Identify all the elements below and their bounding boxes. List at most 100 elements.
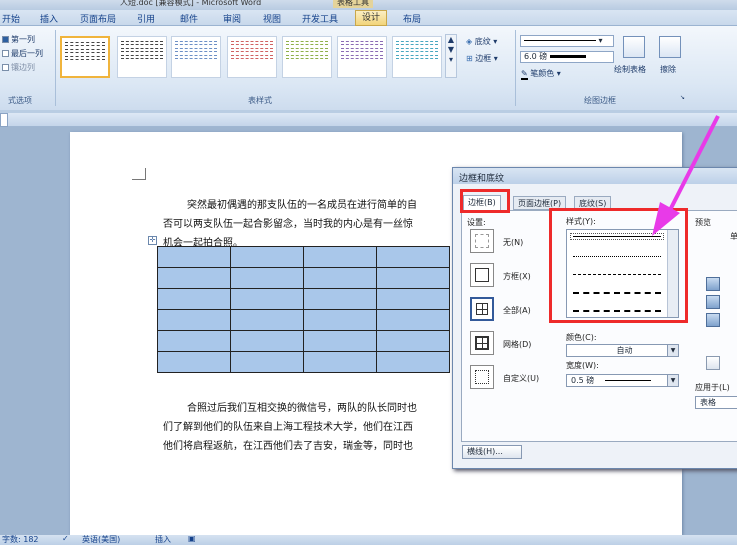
table-row — [157, 330, 450, 352]
insert-mode-indicator[interactable]: 插入 — [155, 534, 171, 545]
paragraph-1-line-2[interactable]: 否可以两支队伍一起合影留念，当时我的内心是有一丝惊 — [163, 215, 413, 230]
option-last-column[interactable]: 最后一列 — [2, 48, 43, 59]
tab-mailings[interactable]: 邮件 — [180, 12, 198, 25]
document-table[interactable] — [157, 246, 450, 373]
paint-bucket-icon: ◈ — [466, 37, 473, 46]
option-first-column[interactable]: 第一列 — [2, 34, 35, 45]
pen-color-label: 笔颜色 — [530, 69, 555, 78]
tab-selector[interactable] — [0, 113, 8, 127]
color-select[interactable]: 自动 ▼ — [566, 344, 679, 357]
group-divider — [515, 30, 516, 106]
setting-custom-label[interactable]: 自定义(U) — [503, 373, 539, 384]
draw-table-icon — [623, 36, 645, 58]
width-label: 宽度(W): — [566, 361, 599, 370]
paragraph-1-line-1[interactable]: 突然最初偶遇的那支队伍的一名成员在进行简单的自 — [187, 196, 417, 211]
arrow-head — [652, 202, 680, 236]
window-title: 人短.doc [兼容模式] - Microsoft Word — [120, 0, 262, 7]
highlight-borders-tab — [460, 189, 510, 213]
horizontal-ruler[interactable] — [0, 113, 737, 127]
inside-horizontal-border-button[interactable] — [706, 295, 720, 309]
table-row — [157, 351, 450, 373]
pen-weight-value: 6.0 磅 — [524, 52, 548, 61]
word-count[interactable]: 字数: 182 — [2, 534, 39, 545]
settings-label: 设置: — [467, 218, 486, 227]
tab-insert[interactable]: 插入 — [40, 12, 58, 25]
diagonal-border-button[interactable] — [706, 356, 720, 370]
tab-page-layout[interactable]: 页面布局 — [80, 12, 116, 25]
group-label-style-options: 式选项 — [8, 96, 32, 105]
proofing-icon[interactable]: ✓ — [62, 534, 69, 543]
tab-design[interactable]: 设计 — [355, 10, 388, 26]
setting-none-icon[interactable] — [470, 229, 494, 253]
group-label-draw-borders: 绘图边框 — [584, 96, 616, 105]
macro-record-icon[interactable]: ▣ — [188, 534, 196, 543]
ribbon: 第一列 最后一列 镶边列 式选项 ▲ ▼ ▾ 表样式 ◈ 底纹 ▾ ⊞ 边框 ▾ ▾… — [0, 26, 737, 110]
table-row — [157, 267, 450, 289]
borders-label: 边框 — [475, 54, 492, 63]
group-label-table-styles: 表样式 — [248, 96, 272, 105]
top-border-button[interactable] — [706, 277, 720, 291]
table-style-3[interactable] — [171, 36, 221, 78]
language-indicator[interactable]: 英语(美国) — [82, 534, 120, 545]
pen-style-select[interactable]: ▾ — [520, 35, 614, 47]
table-style-4[interactable] — [227, 36, 277, 78]
paragraph-2-line-2[interactable]: 们了解到他们的队伍来自上海工程技术大学，他们在江西 — [163, 418, 413, 433]
pen-color-button[interactable]: ✎ 笔颜色 ▾ — [521, 68, 561, 80]
group-divider — [55, 30, 56, 106]
setting-all-label[interactable]: 全部(A) — [503, 305, 531, 316]
border-icon: ⊞ — [466, 54, 473, 63]
setting-grid-label[interactable]: 网格(D) — [503, 339, 531, 350]
shading-label: 底纹 — [474, 37, 491, 46]
status-bar: 字数: 182 ✓ 英语(美国) 插入 ▣ — [0, 534, 737, 545]
pen-color-icon: ✎ — [521, 69, 528, 80]
table-styles-more-button[interactable]: ▲ ▼ ▾ — [445, 34, 457, 78]
table-style-5[interactable] — [282, 36, 332, 78]
option-label: 最后一列 — [11, 49, 43, 58]
tab-review[interactable]: 审阅 — [223, 12, 241, 25]
tab-view[interactable]: 视图 — [263, 12, 281, 25]
chevron-down-icon: ▲ ▼ ▾ — [447, 35, 455, 64]
arrow-shaft — [666, 115, 720, 215]
table-row — [157, 309, 450, 331]
tab-layout[interactable]: 布局 — [403, 12, 421, 25]
dialog-launcher-icon[interactable]: ↘ — [680, 94, 685, 101]
table-style-2[interactable] — [117, 36, 167, 78]
setting-box-label[interactable]: 方框(X) — [503, 271, 531, 282]
setting-box-icon[interactable] — [470, 263, 494, 287]
checkbox-icon — [2, 36, 9, 43]
tab-references[interactable]: 引用 — [137, 12, 155, 25]
table-style-7[interactable] — [392, 36, 442, 78]
tab-home[interactable]: 开始 — [2, 12, 20, 25]
table-style-1[interactable] — [60, 36, 110, 78]
apply-to-select[interactable]: 表格 — [695, 396, 737, 409]
setting-none-label[interactable]: 无(N) — [503, 237, 523, 248]
setting-all-icon[interactable] — [470, 297, 494, 321]
horizontal-line-button[interactable]: 横线(H)... — [462, 445, 522, 459]
shading-button[interactable]: ◈ 底纹 ▾ — [466, 36, 497, 47]
checkbox-icon — [2, 64, 9, 71]
width-select[interactable]: 0.5 磅 ▼ — [566, 374, 679, 387]
option-banded-columns[interactable]: 镶边列 — [2, 62, 35, 73]
table-row — [157, 246, 450, 268]
pen-weight-select[interactable]: 6.0 磅 — [520, 51, 614, 63]
borders-button[interactable]: ⊞ 边框 ▾ — [466, 53, 498, 64]
option-label: 第一列 — [11, 35, 35, 44]
checkbox-icon — [2, 50, 9, 57]
bottom-border-button[interactable] — [706, 313, 720, 327]
tab-developer[interactable]: 开发工具 — [302, 12, 338, 25]
eraser-icon — [659, 36, 681, 58]
title-bar: 人短.doc [兼容模式] - Microsoft Word 表格工具 — [0, 0, 737, 10]
eraser-button[interactable]: 擦除 — [660, 64, 676, 75]
margin-corner-mark — [132, 168, 146, 180]
table-move-handle[interactable]: ✛ — [148, 236, 157, 245]
draw-table-button[interactable]: 绘制表格 — [614, 64, 646, 75]
width-value: 0.5 磅 — [571, 376, 595, 385]
table-row — [157, 288, 450, 310]
setting-grid-icon[interactable] — [470, 331, 494, 355]
paragraph-2-line-3[interactable]: 他们将启程返航，在江西他们去了吉安，瑞金等，同时也 — [163, 437, 413, 452]
paragraph-2-line-1[interactable]: 合照过后我们互相交换的微信号，两队的队长同时也 — [187, 399, 417, 414]
chevron-down-icon: ▼ — [667, 345, 678, 356]
option-label: 镶边列 — [11, 63, 35, 72]
table-style-6[interactable] — [337, 36, 387, 78]
setting-custom-icon[interactable] — [470, 365, 494, 389]
